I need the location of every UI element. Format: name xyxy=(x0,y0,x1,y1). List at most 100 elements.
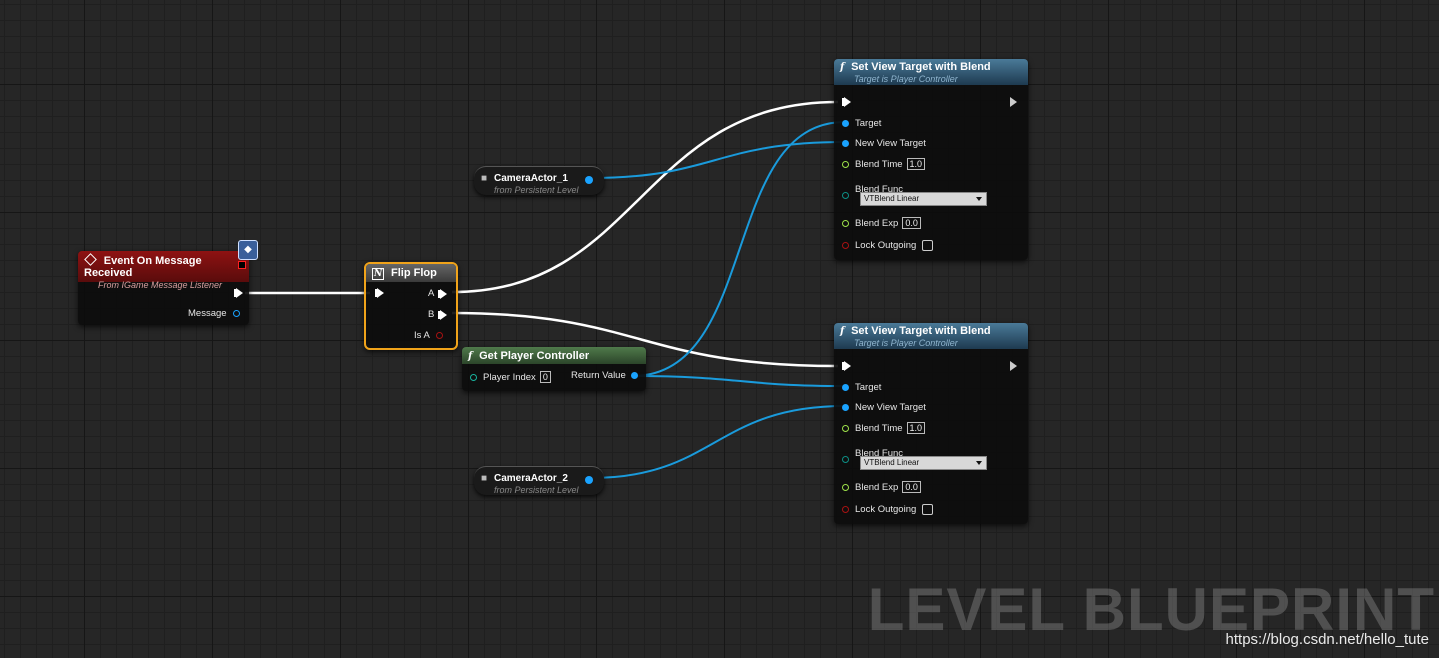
event-node[interactable]: Event On Message Received From IGame Mes… xyxy=(78,240,258,325)
blueprint-graph-canvas[interactable]: Event On Message Received From IGame Mes… xyxy=(0,0,1439,658)
flipflop-node-header: N Flip Flop xyxy=(366,264,456,282)
player-index-input[interactable]: 0 xyxy=(539,371,551,383)
blend-time-pin-icon[interactable] xyxy=(842,424,849,432)
function-icon: f xyxy=(840,62,845,73)
svt1-blend-func-value: VTBlend Linear xyxy=(864,194,920,203)
function-icon: f xyxy=(468,351,473,362)
camera-actor-2-subtitle: from Persistent Level xyxy=(494,485,579,495)
flipflop-b-exec-icon[interactable] xyxy=(438,309,448,320)
svt1-lock-outgoing-pin[interactable]: Lock Outgoing xyxy=(842,240,934,251)
lock-outgoing-pin-icon[interactable] xyxy=(842,506,849,513)
svt2-lock-outgoing-pin[interactable]: Lock Outgoing xyxy=(842,504,934,515)
svt2-blend-exp-input[interactable]: 0.0 xyxy=(902,481,921,493)
svt1-exec-in-pin[interactable] xyxy=(842,97,851,107)
svt2-blend-func-dropdown[interactable]: VTBlend Linear xyxy=(860,456,987,470)
svt1-blend-exp-pin[interactable]: Blend Exp 0.0 xyxy=(842,217,921,229)
svt2-lock-outgoing-checkbox[interactable] xyxy=(922,504,934,515)
svt2-lock-outgoing-label: Lock Outgoing xyxy=(855,504,917,515)
new-view-target-pin-icon[interactable] xyxy=(842,140,849,147)
camera-icon: ■ xyxy=(481,473,488,484)
function-icon: f xyxy=(840,326,845,337)
player-index-pin[interactable]: Player Index 0 xyxy=(470,371,551,383)
event-node-header: Event On Message Received From IGame Mes… xyxy=(78,251,249,290)
delegate-pin-icon[interactable] xyxy=(238,261,246,269)
svt1-lock-outgoing-label: Lock Outgoing xyxy=(855,240,917,251)
event-message-label: Message xyxy=(188,308,227,319)
get-player-controller-title: Get Player Controller xyxy=(479,350,590,362)
camera-actor-1-out-pin[interactable] xyxy=(585,176,593,184)
camera-actor-1-title: CameraActor_1 xyxy=(494,173,568,184)
svt1-exec-out-pin[interactable] xyxy=(1010,97,1017,107)
flipflop-a-label: A xyxy=(428,288,435,299)
message-pin-icon[interactable] xyxy=(232,310,240,317)
blend-exp-pin-icon[interactable] xyxy=(842,219,849,227)
blend-time-pin-icon[interactable] xyxy=(842,160,849,168)
svt2-new-view-target-pin[interactable]: New View Target xyxy=(842,402,926,413)
svt2-header: f Set View Target with Blend Target is P… xyxy=(834,323,1028,349)
object-wire-camera1-to-svt1 xyxy=(589,141,846,179)
blend-func-pin-icon[interactable] xyxy=(842,192,849,199)
flipflop-isa-pin[interactable]: Is A xyxy=(414,330,443,341)
camera-actor-2-out-pin[interactable] xyxy=(585,476,593,484)
svt2-exec-in-pin[interactable] xyxy=(842,361,851,371)
chevron-down-icon xyxy=(976,461,982,465)
object-wire-pc-to-svt2-target xyxy=(631,375,846,387)
svt2-title: Set View Target with Blend xyxy=(851,325,991,337)
svt2-exec-out-pin[interactable] xyxy=(1010,361,1017,371)
connection-wires xyxy=(245,100,846,479)
flipflop-node-title: Flip Flop xyxy=(391,267,437,279)
object-wire-camera2-to-svt2 xyxy=(589,405,846,479)
set-view-target-node-1[interactable]: f Set View Target with Blend Target is P… xyxy=(834,59,1028,260)
blend-exp-pin-icon[interactable] xyxy=(842,483,849,491)
flipflop-exec-in-pin[interactable] xyxy=(375,288,384,298)
event-node-subtitle: From IGame Message Listener xyxy=(98,280,223,290)
svt1-blend-time-pin[interactable]: Blend Time 1.0 xyxy=(842,158,926,170)
lock-outgoing-pin-icon[interactable] xyxy=(842,242,849,249)
return-value-pin-icon[interactable] xyxy=(630,372,638,379)
isa-pin-icon[interactable] xyxy=(435,332,443,339)
camera-actor-2-title: CameraActor_2 xyxy=(494,473,568,484)
set-view-target-node-2[interactable]: f Set View Target with Blend Target is P… xyxy=(834,323,1028,524)
return-value-label: Return Value xyxy=(571,370,626,381)
svt1-title: Set View Target with Blend xyxy=(851,61,991,73)
svt2-blend-exp-label: Blend Exp xyxy=(855,481,899,493)
flipflop-a-exec-icon[interactable] xyxy=(438,288,448,299)
flipflop-a-pin[interactable]: A xyxy=(428,288,448,299)
return-value-pin[interactable]: Return Value xyxy=(571,370,638,381)
camera-icon: ■ xyxy=(481,173,488,184)
svt2-blend-time-input[interactable]: 1.0 xyxy=(906,422,926,434)
svt1-target-pin[interactable]: Target xyxy=(842,118,881,129)
target-pin-icon[interactable] xyxy=(842,120,849,127)
camera-actor-2-node[interactable]: ■ CameraActor_2 from Persistent Level xyxy=(474,466,604,495)
camera-actor-1-node[interactable]: ■ CameraActor_1 from Persistent Level xyxy=(474,166,604,195)
svt1-blend-exp-input[interactable]: 0.0 xyxy=(902,217,921,229)
svt2-blend-exp-pin[interactable]: Blend Exp 0.0 xyxy=(842,481,921,493)
svt1-new-view-target-pin[interactable]: New View Target xyxy=(842,138,926,149)
interface-badge-icon: ◆ xyxy=(238,240,258,260)
svt1-lock-outgoing-checkbox[interactable] xyxy=(922,240,934,251)
get-player-controller-node[interactable]: f Get Player Controller Player Index 0 R… xyxy=(462,347,646,391)
event-node-title: Event On Message Received xyxy=(84,255,202,279)
macro-icon: N xyxy=(372,268,385,280)
get-player-controller-header: f Get Player Controller xyxy=(462,347,646,364)
blend-func-pin-icon[interactable] xyxy=(842,456,849,463)
player-index-pin-icon[interactable] xyxy=(470,373,477,381)
svt1-blend-time-label: Blend Time xyxy=(855,158,903,170)
svt1-target-label: Target xyxy=(855,118,882,129)
exec-wire-flipflop-a-to-svt1 xyxy=(451,100,839,294)
svt2-target-pin[interactable]: Target xyxy=(842,382,881,393)
svt1-blend-func-dropdown[interactable]: VTBlend Linear xyxy=(860,192,987,206)
camera-actor-1-subtitle: from Persistent Level xyxy=(494,185,579,195)
new-view-target-pin-icon[interactable] xyxy=(842,404,849,411)
svt1-header: f Set View Target with Blend Target is P… xyxy=(834,59,1028,85)
flipflop-b-pin[interactable]: B xyxy=(428,309,448,320)
target-pin-icon[interactable] xyxy=(842,384,849,391)
event-message-pin[interactable]: Message xyxy=(188,308,240,319)
event-exec-out-pin[interactable] xyxy=(234,288,243,298)
svt1-blend-time-input[interactable]: 1.0 xyxy=(906,158,926,170)
flipflop-node[interactable]: N Flip Flop A B Is A xyxy=(364,262,458,350)
svt2-blend-time-label: Blend Time xyxy=(855,422,903,434)
svt1-blend-exp-label: Blend Exp xyxy=(855,217,899,229)
svt2-blend-time-pin[interactable]: Blend Time 1.0 xyxy=(842,422,926,434)
diamond-event-icon xyxy=(84,253,97,266)
